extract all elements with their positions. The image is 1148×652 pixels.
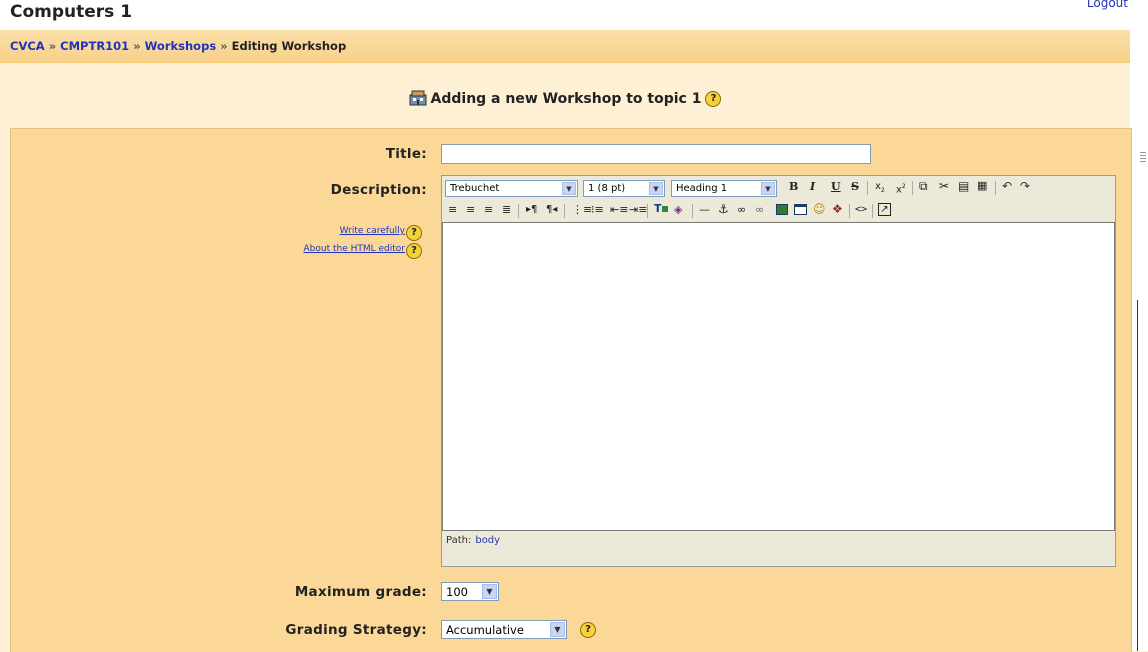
link-icon[interactable]: ∞ bbox=[737, 203, 746, 217]
description-label: Description: bbox=[330, 182, 427, 198]
navbar: CVCA » CMPTR101 » Workshops » Editing Wo… bbox=[0, 30, 1130, 63]
html-editor: Trebuchet ▼ 1 (8 pt) ▼ Heading 1 ▼ B I U S … bbox=[441, 175, 1116, 567]
chevron-down-icon: ▼ bbox=[562, 182, 576, 195]
toolbar-divider bbox=[912, 181, 913, 195]
subscript-icon[interactable]: x2 bbox=[875, 180, 885, 198]
write-carefully-link[interactable]: Write carefully bbox=[340, 226, 405, 236]
breadcrumb-workshops[interactable]: Workshops bbox=[145, 39, 217, 53]
size-select[interactable]: 1 (8 pt) ▼ bbox=[583, 180, 665, 197]
grading-strategy-label: Grading Strategy: bbox=[285, 622, 427, 638]
table-icon[interactable] bbox=[794, 204, 807, 215]
path-label: Path: bbox=[446, 535, 472, 546]
help-icon[interactable]: ? bbox=[406, 243, 422, 259]
breadcrumb-separator: » bbox=[220, 39, 228, 53]
special-char-icon[interactable]: ❖ bbox=[832, 202, 843, 216]
format-select[interactable]: Heading 1 ▼ bbox=[671, 180, 777, 197]
superscript-icon[interactable]: x2 bbox=[896, 180, 906, 197]
toolbar-divider bbox=[564, 204, 565, 218]
path-body-link[interactable]: body bbox=[475, 535, 500, 546]
chevron-down-icon: ▼ bbox=[482, 584, 497, 599]
breadcrumb-cvca[interactable]: CVCA bbox=[10, 39, 45, 53]
horizontal-rule-icon[interactable]: — bbox=[699, 203, 710, 217]
ltr-icon[interactable]: ▸¶ bbox=[526, 203, 537, 217]
underline-icon[interactable]: U bbox=[831, 180, 841, 194]
chevron-down-icon: ▼ bbox=[761, 182, 775, 195]
editor-path-bar: Path: body bbox=[442, 532, 1115, 550]
logout-link[interactable]: Logout bbox=[1087, 0, 1128, 10]
align-right-icon[interactable]: ≡ bbox=[484, 203, 493, 217]
align-center-icon[interactable]: ≡ bbox=[466, 203, 475, 217]
indent-icon[interactable]: ⇥≡ bbox=[629, 203, 647, 217]
course-title: Computers 1 bbox=[10, 2, 133, 22]
max-grade-value: 100 bbox=[446, 585, 468, 599]
clean-word-icon[interactable]: ▦ bbox=[977, 179, 987, 193]
max-grade-select[interactable]: 100 ▼ bbox=[441, 582, 499, 601]
cut-icon[interactable]: ✂ bbox=[939, 179, 949, 193]
editor-toolbar-top: Trebuchet ▼ 1 (8 pt) ▼ Heading 1 ▼ B I U S … bbox=[442, 176, 1115, 200]
toolbar-divider bbox=[647, 204, 648, 218]
max-grade-label: Maximum grade: bbox=[294, 584, 427, 600]
page-heading: Adding a new Workshop to topic 1? bbox=[0, 90, 1130, 110]
title-input[interactable] bbox=[441, 144, 871, 164]
workshop-form: Title: Description: Write carefully ? Ab… bbox=[10, 128, 1132, 652]
toolbar-divider bbox=[518, 204, 519, 218]
breadcrumb-course[interactable]: CMPTR101 bbox=[60, 39, 129, 53]
scrollbar-gutter bbox=[1130, 0, 1148, 651]
about-html-editor-link[interactable]: About the HTML editor bbox=[304, 244, 406, 254]
ordered-list-icon[interactable]: ⋮≡ bbox=[572, 203, 592, 217]
copy-icon[interactable]: ⧉ bbox=[919, 179, 928, 193]
justify-icon[interactable]: ≣ bbox=[502, 203, 511, 217]
bold-icon[interactable]: B bbox=[789, 180, 798, 194]
anchor-icon[interactable]: ⚓ bbox=[718, 202, 729, 216]
paste-icon[interactable]: ▤ bbox=[958, 179, 969, 193]
toolbar-divider bbox=[849, 204, 850, 218]
strikethrough-icon[interactable]: S bbox=[851, 180, 859, 194]
image-icon[interactable] bbox=[776, 204, 788, 215]
breadcrumb: CVCA » CMPTR101 » Workshops » Editing Wo… bbox=[10, 39, 346, 53]
help-icon[interactable]: ? bbox=[580, 622, 596, 638]
smiley-icon[interactable]: ☺ bbox=[813, 202, 826, 216]
align-left-icon[interactable]: ≡ bbox=[448, 203, 457, 217]
redo-icon[interactable]: ↷ bbox=[1020, 179, 1030, 193]
breadcrumb-current: Editing Workshop bbox=[231, 39, 347, 53]
help-icon[interactable]: ? bbox=[705, 91, 722, 107]
grading-strategy-select[interactable]: Accumulative ▼ bbox=[441, 620, 567, 639]
grading-strategy-value: Accumulative bbox=[446, 623, 524, 637]
background-color-icon[interactable]: ◈ bbox=[674, 203, 682, 217]
help-icon[interactable]: ? bbox=[406, 225, 422, 241]
outdent-icon[interactable]: ⇤≡ bbox=[610, 203, 628, 217]
editor-content-area[interactable] bbox=[442, 222, 1115, 531]
toolbar-divider bbox=[995, 181, 996, 195]
toolbar-divider bbox=[872, 204, 873, 218]
font-select[interactable]: Trebuchet ▼ bbox=[445, 180, 578, 197]
chevron-down-icon: ▼ bbox=[550, 622, 565, 637]
page-title: Adding a new Workshop to topic 1 bbox=[430, 91, 702, 107]
text-color-icon[interactable]: T bbox=[654, 202, 668, 216]
fullscreen-icon[interactable]: ↗ bbox=[878, 203, 891, 216]
workshop-icon bbox=[409, 90, 427, 110]
chevron-down-icon: ▼ bbox=[649, 182, 663, 195]
breadcrumb-separator: » bbox=[48, 39, 57, 53]
html-source-icon[interactable]: <> bbox=[855, 203, 867, 217]
editor-toolbar-bottom: ≡ ≡ ≡ ≣ ▸¶ ¶◂ ⋮≡ ⁝≡ ⇤≡ ⇥≡ T ◈ — ⚓ ∞ ∞ ☺ … bbox=[442, 200, 1115, 222]
resize-grip[interactable] bbox=[1140, 152, 1146, 164]
format-value: Heading 1 bbox=[676, 183, 728, 194]
rtl-icon[interactable]: ¶◂ bbox=[546, 203, 557, 217]
unlink-icon[interactable]: ∞ bbox=[755, 203, 764, 217]
toolbar-divider bbox=[867, 181, 868, 195]
breadcrumb-separator: » bbox=[133, 39, 141, 53]
font-value: Trebuchet bbox=[450, 183, 500, 194]
title-label: Title: bbox=[385, 146, 427, 162]
italic-icon[interactable]: I bbox=[810, 180, 815, 194]
undo-icon[interactable]: ↶ bbox=[1002, 179, 1012, 193]
unordered-list-icon[interactable]: ⁝≡ bbox=[591, 203, 604, 217]
top-bar bbox=[0, 0, 1130, 30]
toolbar-divider bbox=[692, 204, 693, 218]
window-edge bbox=[1137, 300, 1138, 651]
size-value: 1 (8 pt) bbox=[588, 183, 626, 194]
